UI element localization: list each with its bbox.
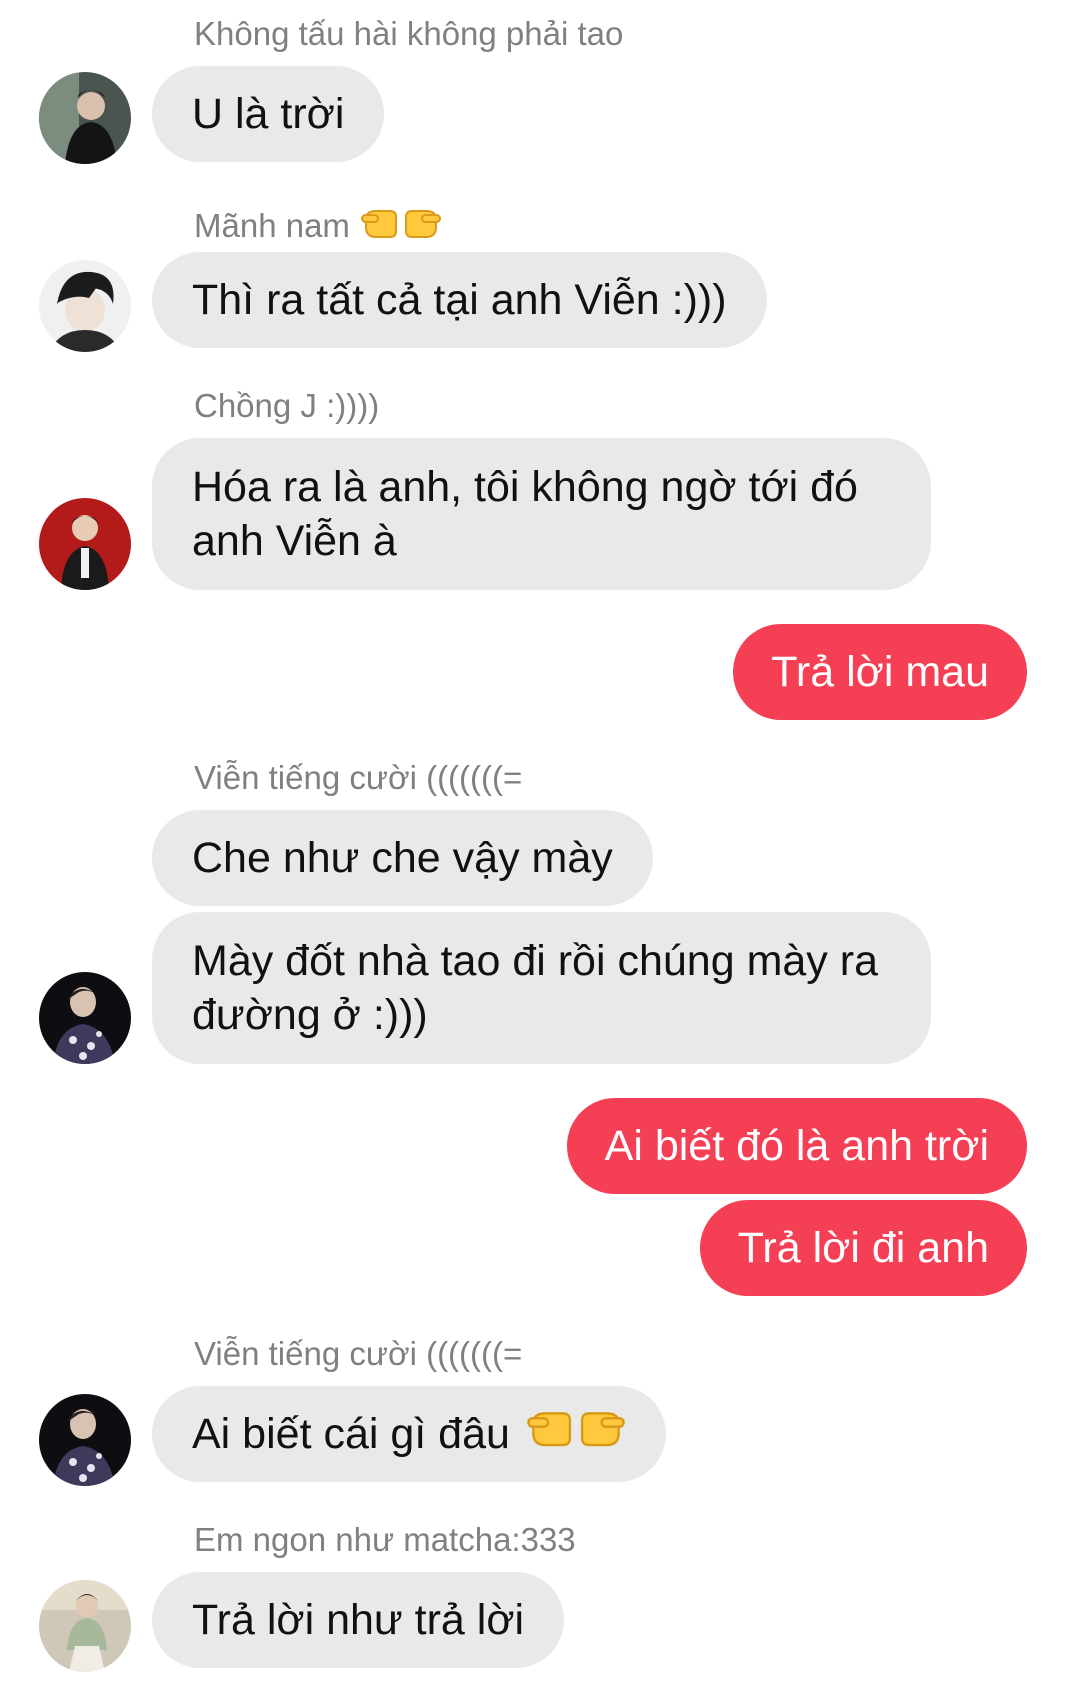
message-bubble-outgoing[interactable]: Ai biết đó là anh trời — [566, 1098, 1027, 1194]
message-bubble[interactable]: Trả lời như trả lời — [152, 1572, 565, 1668]
message-text: Che như che vậy mày — [192, 834, 613, 882]
sender-name: Chồng J :)))) — [194, 389, 379, 422]
message-text: Trả lời mau — [771, 648, 989, 696]
sender-name: Viễn tiếng cười (((((((= — [194, 761, 522, 794]
avatar-image — [39, 972, 131, 1064]
sender-name: Không tấu hài không phải tao — [194, 17, 623, 50]
avatar[interactable] — [39, 260, 131, 352]
avatar[interactable] — [39, 1394, 131, 1486]
message-bubble[interactable]: Thì ra tất cả tại anh Viễn :))) — [152, 252, 767, 348]
avatar-image — [39, 1580, 131, 1672]
avatar-image — [39, 72, 131, 164]
pointing-hands-icon — [526, 1403, 626, 1466]
chat-thread: Không tấu hài không phải tao U là trời M… — [0, 0, 1079, 1708]
message-bubble-outgoing[interactable]: Trả lời mau — [733, 624, 1027, 720]
message-text: Hóa ra là anh, tôi không ngờ tới đó anh … — [192, 463, 870, 565]
message-text: Thì ra tất cả tại anh Viễn :))) — [192, 276, 727, 324]
sender-name-text: Em ngon như matcha:333 — [194, 1521, 576, 1558]
avatar-image — [39, 260, 131, 352]
sender-name-text: Mãnh nam — [194, 207, 350, 244]
message-bubble[interactable]: Mày đốt nhà tao đi rồi chúng mày ra đườn… — [152, 912, 931, 1064]
sender-name: Mãnh nam — [194, 203, 442, 248]
avatar[interactable] — [39, 498, 131, 590]
message-bubble[interactable]: U là trời — [152, 66, 385, 162]
message-text: Ai biết cái gì đâu — [192, 1410, 510, 1458]
sender-name-text: Chồng J :)))) — [194, 387, 380, 424]
message-text: Trả lời đi anh — [737, 1224, 989, 1272]
sender-name-text: Không tấu hài không phải tao — [194, 15, 624, 52]
avatar-image — [39, 1394, 131, 1486]
avatar-image — [39, 498, 131, 590]
message-bubble[interactable]: Hóa ra là anh, tôi không ngờ tới đó anh … — [152, 438, 931, 590]
message-bubble[interactable]: Ai biết cái gì đâu — [152, 1386, 666, 1482]
sender-name-text: Viễn tiếng cười (((((((= — [194, 759, 523, 796]
message-bubble-outgoing[interactable]: Trả lời đi anh — [699, 1200, 1027, 1296]
avatar[interactable] — [39, 72, 131, 164]
message-text: Mày đốt nhà tao đi rồi chúng mày ra đườn… — [192, 937, 890, 1039]
message-text: U là trời — [192, 90, 345, 138]
message-bubble[interactable]: Che như che vậy mày — [152, 810, 653, 906]
avatar[interactable] — [39, 1580, 131, 1672]
sender-name: Em ngon như matcha:333 — [194, 1523, 576, 1556]
sender-name: Viễn tiếng cười (((((((= — [194, 1337, 522, 1370]
message-text: Ai biết đó là anh trời — [604, 1122, 989, 1170]
sender-name-text: Viễn tiếng cười (((((((= — [194, 1335, 523, 1372]
avatar[interactable] — [39, 972, 131, 1064]
pointing-hands-icon — [360, 203, 442, 248]
message-text: Trả lời như trả lời — [192, 1596, 525, 1644]
